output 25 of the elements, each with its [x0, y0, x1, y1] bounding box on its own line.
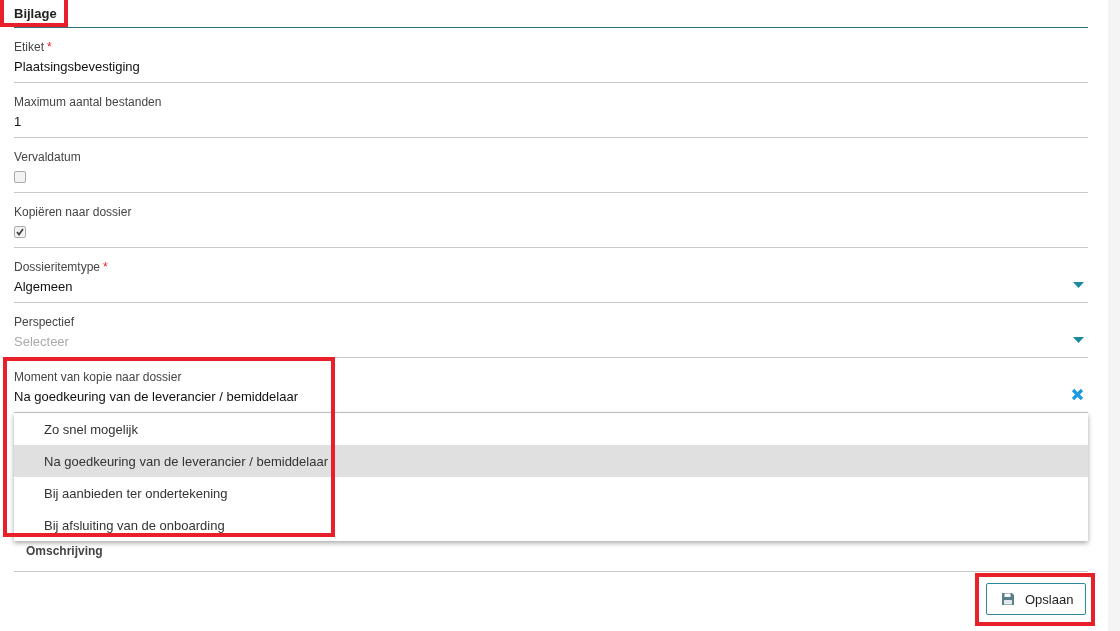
- select-value[interactable]: Algemeen: [14, 279, 73, 294]
- field-label: Etiket: [14, 40, 44, 54]
- field-label: Perspectief: [14, 315, 75, 329]
- required-asterisk: *: [47, 40, 52, 54]
- field-label: Vervaldatum: [14, 150, 81, 164]
- select-value[interactable]: Na goedkeuring van de leverancier / bemiddelaar: [14, 389, 298, 404]
- field-label: Moment van kopie naar dossier: [14, 370, 182, 384]
- field-label: Dossieritemtype: [14, 260, 101, 274]
- field-label: Kopiëren naar dossier: [14, 205, 132, 219]
- caret-icon[interactable]: [1073, 281, 1084, 288]
- dropdown-option[interactable]: Bij afsluiting van de onboarding: [14, 509, 1088, 541]
- dropdown-option[interactable]: Bij aanbieden ter ondertekening: [14, 477, 1088, 509]
- save-button[interactable]: Opslaan: [986, 583, 1086, 615]
- caret-icon[interactable]: [1073, 336, 1084, 343]
- checkbox[interactable]: [14, 226, 26, 238]
- section-label: Omschrijving: [26, 544, 104, 559]
- dropdown-option[interactable]: Na goedkeuring van de leverancier / bemiddelaar: [14, 445, 1088, 477]
- clear-icon[interactable]: [1071, 388, 1084, 401]
- checkbox[interactable]: [14, 171, 26, 183]
- field-label: Maximum aantal bestanden: [14, 95, 162, 109]
- field-value[interactable]: Plaatsingsbevestiging: [14, 59, 1088, 74]
- field-value[interactable]: 1: [14, 114, 1088, 129]
- section-title: Bijlage: [14, 6, 57, 21]
- required-asterisk: *: [103, 260, 108, 274]
- dropdown-option[interactable]: Zo snel mogelijk: [14, 413, 1088, 445]
